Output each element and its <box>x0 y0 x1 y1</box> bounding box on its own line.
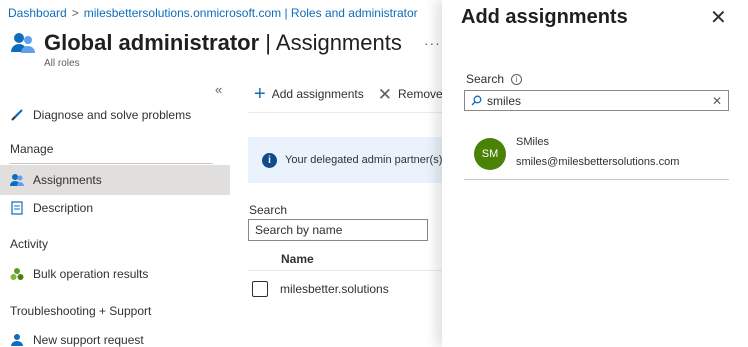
users-icon <box>10 173 24 187</box>
close-x-icon: ✕ <box>377 84 392 104</box>
row-name: milesbetter.solutions <box>280 282 389 296</box>
breadcrumb-dashboard[interactable]: Dashboard <box>8 6 67 20</box>
row-checkbox[interactable] <box>252 281 268 297</box>
section-troubleshooting: Troubleshooting + Support <box>10 304 152 318</box>
toolbar-divider <box>248 112 448 113</box>
page-title-role: Global administrator <box>44 30 260 55</box>
more-options-icon[interactable]: ··· <box>424 35 441 51</box>
add-assignments-button[interactable]: + Add assignments <box>254 84 364 104</box>
table-header-divider <box>248 270 448 271</box>
result-display-name: SMiles <box>516 136 550 148</box>
bulk-operations-icon <box>10 267 24 281</box>
wrench-icon <box>10 108 24 122</box>
panel-search-label-text: Search <box>466 72 505 86</box>
sidebar-item-label: Assignments <box>33 173 102 187</box>
column-header-name[interactable]: Name <box>281 252 314 266</box>
sidebar-item-new-support-request[interactable]: New support request <box>0 325 230 347</box>
collapse-sidebar-icon[interactable]: « <box>215 82 222 97</box>
info-icon: i <box>262 152 277 168</box>
sidebar-item-description[interactable]: Description <box>0 193 230 223</box>
breadcrumb-tenant-roles[interactable]: milesbettersolutions.onmicrosoft.com | R… <box>84 6 418 20</box>
close-icon[interactable]: ✕ <box>710 8 727 28</box>
support-person-icon <box>10 333 24 347</box>
panel-search-label: Search i <box>466 72 523 86</box>
sidebar-item-label: New support request <box>33 333 144 347</box>
sidebar-item-label: Bulk operation results <box>33 267 149 281</box>
sidebar-item-label: Diagnose and solve problems <box>33 108 192 122</box>
sidebar-item-diagnose[interactable]: Diagnose and solve problems <box>0 100 230 130</box>
remove-button[interactable]: ✕ Remove <box>378 86 443 103</box>
add-assignments-label: Add assignments <box>271 87 364 101</box>
breadcrumb: Dashboard > milesbettersolutions.onmicroso… <box>8 6 418 20</box>
remove-label: Remove <box>398 87 443 101</box>
avatar: SM <box>474 138 506 170</box>
page-subtitle: All roles <box>44 58 80 69</box>
info-banner-text: Your delegated admin partner(s) c <box>285 154 448 166</box>
search-icon <box>471 95 482 106</box>
panel-title: Add assignments <box>461 6 628 28</box>
document-icon <box>10 201 24 215</box>
search-label: Search <box>249 203 288 217</box>
page-header: Global administrator | Assignments ··· <box>10 30 441 56</box>
search-by-name-input[interactable] <box>248 219 428 241</box>
result-email: smiles@milesbettersolutions.com <box>516 156 680 168</box>
sidebar-item-bulk-operations[interactable]: Bulk operation results <box>0 259 230 289</box>
section-manage: Manage <box>10 142 54 156</box>
command-bar: + Add assignments ✕ Remove <box>254 84 457 104</box>
search-result-item[interactable]: SM SMiles smiles@milesbettersolutions.co… <box>464 128 729 180</box>
section-divider <box>10 163 213 164</box>
page-title-blade: Assignments <box>275 30 402 55</box>
page-title: Global administrator | Assignments <box>44 30 402 56</box>
plus-icon: + <box>254 83 266 105</box>
info-help-icon[interactable]: i <box>511 73 523 85</box>
table-row: milesbetter.solutions <box>252 281 389 297</box>
page-title-separator: | <box>259 30 276 55</box>
panel-search-box: ✕ <box>464 90 729 111</box>
add-assignments-panel: Add assignments ✕ Search i ✕ SM SMiles s… <box>442 0 748 347</box>
sidebar-item-assignments[interactable]: Assignments <box>0 165 230 195</box>
info-banner: i Your delegated admin partner(s) c <box>248 137 448 183</box>
section-activity: Activity <box>10 237 49 251</box>
sidebar-item-label: Description <box>33 201 94 215</box>
clear-search-icon[interactable]: ✕ <box>712 94 722 108</box>
panel-search-input[interactable] <box>487 93 687 108</box>
users-role-icon <box>11 33 35 53</box>
breadcrumb-separator: > <box>71 6 79 20</box>
